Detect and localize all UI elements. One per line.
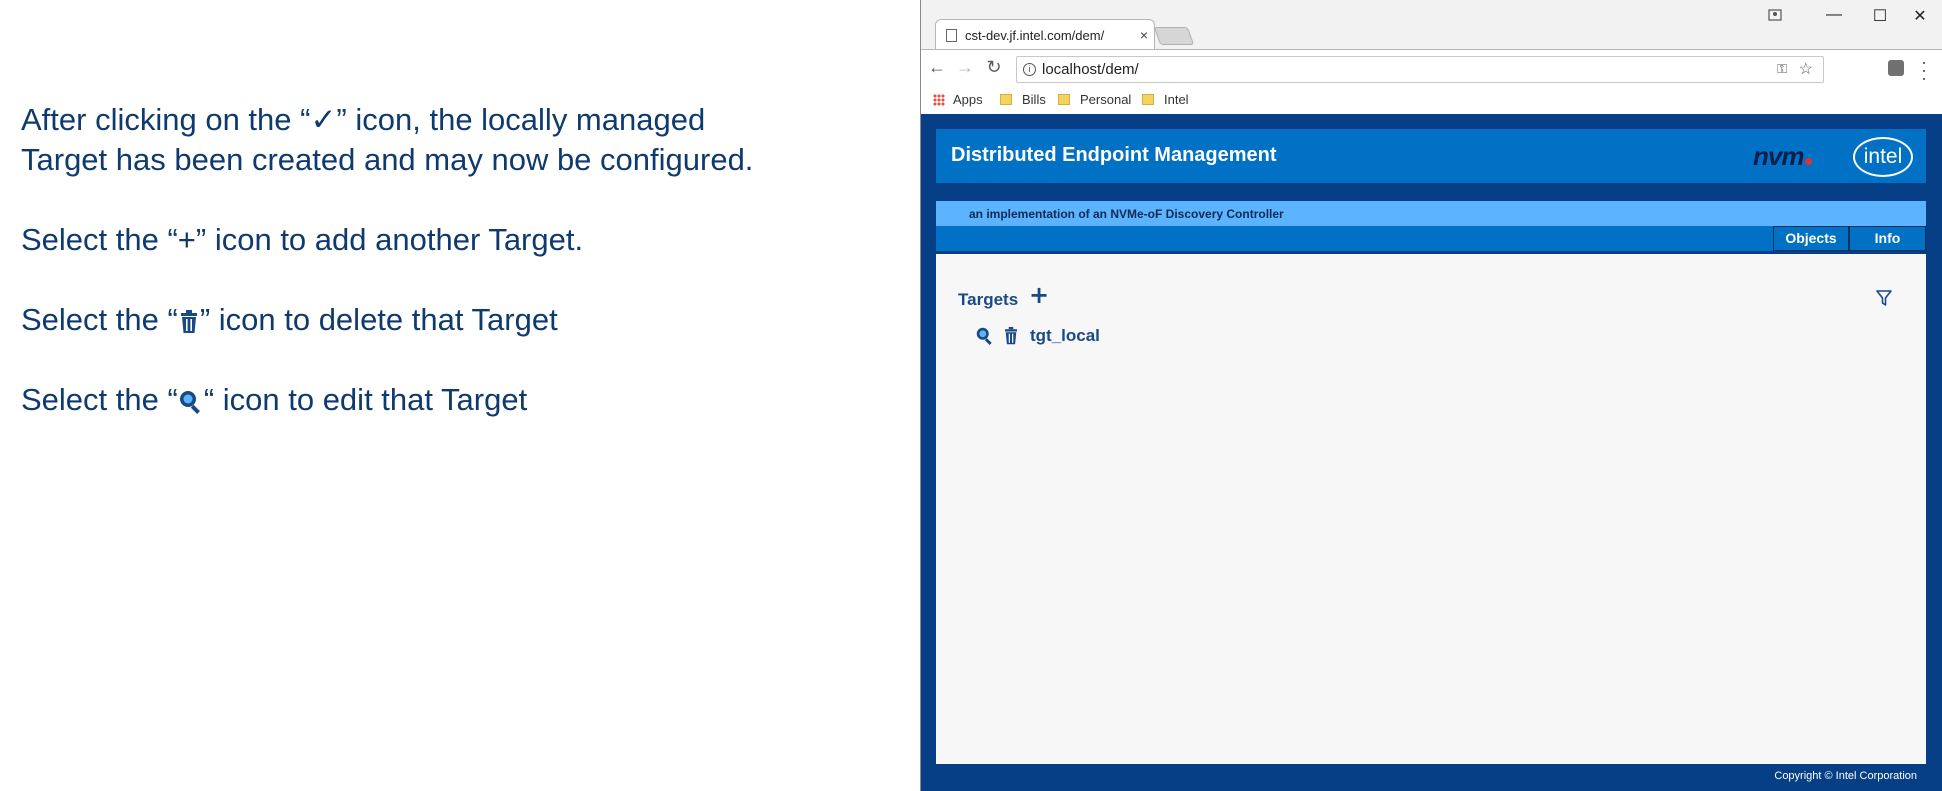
magnifier-icon: [179, 391, 200, 414]
targets-heading: Targets: [958, 290, 1019, 309]
folder-icon: [1142, 94, 1154, 105]
trash-icon: [180, 310, 197, 333]
info-icon[interactable]: i: [1023, 63, 1036, 76]
intel-logo: intel: [1853, 137, 1913, 177]
nvm-logo: nvm: [1753, 141, 1813, 172]
close-window-button[interactable]: ✕: [1897, 6, 1942, 26]
browser-tab[interactable]: cst-dev.jf.intel.com/dem/ ×: [935, 19, 1155, 50]
delete-target-icon[interactable]: [1002, 327, 1020, 345]
forward-button[interactable]: →: [954, 57, 976, 78]
extension-icon[interactable]: [1888, 60, 1904, 76]
add-target-icon[interactable]: +: [1029, 283, 1049, 307]
target-row: tgt_local: [976, 324, 1100, 348]
instruction-add: Select the “+” icon to add another Targe…: [21, 222, 584, 257]
tagline: an implementation of an NVMe-oF Discover…: [969, 207, 1284, 221]
bookmark-label: Bills: [1022, 92, 1046, 107]
reload-button[interactable]: ↻: [983, 57, 1005, 78]
nvm-logo-text: nvm: [1753, 141, 1804, 171]
bookmarks-bar: Apps Bills Personal Intel: [921, 87, 1942, 114]
address-text: localhost/dem/: [1042, 61, 1139, 78]
app-title: Distributed Endpoint Management: [951, 144, 1277, 166]
nav-info-button[interactable]: Info: [1849, 226, 1926, 251]
tab-bar: cst-dev.jf.intel.com/dem/ × — ☐ ✕: [921, 0, 1942, 50]
bookmark-label: Intel: [1164, 92, 1189, 107]
profile-icon[interactable]: [1767, 8, 1783, 22]
edit-target-icon[interactable]: [976, 327, 994, 345]
app-page: Distributed Endpoint Management nvm inte…: [921, 114, 1942, 791]
tagline-bar: an implementation of an NVMe-oF Discover…: [936, 201, 1926, 226]
instruction-edit-suffix: “ icon to edit that Target: [203, 382, 528, 417]
main-content: Targets + tgt_local: [936, 254, 1926, 764]
bookmark-intel[interactable]: Intel: [1142, 92, 1189, 107]
bookmark-apps[interactable]: Apps: [933, 92, 983, 107]
app-nav-bar: Objects Info: [936, 226, 1926, 251]
app-header: Distributed Endpoint Management nvm inte…: [936, 129, 1926, 183]
page-icon: [946, 28, 957, 42]
tab-title: cst-dev.jf.intel.com/dem/: [965, 27, 1105, 43]
instruction-created: After clicking on the “✓” icon, the loca…: [21, 102, 754, 177]
tab-close-button[interactable]: ×: [1134, 27, 1154, 43]
folder-icon: [1058, 94, 1070, 105]
browser-window: cst-dev.jf.intel.com/dem/ × — ☐ ✕ ← → ↻ …: [920, 0, 1942, 791]
bookmark-bills[interactable]: Bills: [1000, 92, 1046, 107]
folder-icon: [1000, 94, 1012, 105]
bookmark-label: Personal: [1080, 92, 1132, 107]
address-bar[interactable]: i localhost/dem/ ⚿ ☆: [1016, 56, 1824, 83]
intel-logo-text: intel: [1863, 145, 1903, 168]
target-name-link[interactable]: tgt_local: [1030, 326, 1100, 346]
instruction-delete: Select the “ ” icon to delete that Target: [21, 300, 761, 340]
menu-dots-icon[interactable]: · · ·: [1919, 53, 1929, 87]
instructions-panel: After clicking on the “✓” icon, the loca…: [21, 100, 761, 460]
instruction-delete-suffix: ” icon to delete that Target: [199, 302, 558, 337]
new-tab-button[interactable]: [1153, 27, 1195, 45]
star-icon[interactable]: ☆: [1799, 59, 1813, 79]
apps-grid-icon: [933, 93, 945, 106]
copyright: Copyright © Intel Corporation: [1774, 770, 1917, 782]
instruction-edit: Select the “ “ icon to edit that Target: [21, 380, 761, 420]
bookmark-personal[interactable]: Personal: [1058, 92, 1131, 107]
key-icon[interactable]: ⚿: [1777, 61, 1787, 77]
instruction-edit-prefix: Select the “: [21, 382, 178, 417]
filter-icon[interactable]: [1876, 290, 1892, 306]
minimize-button[interactable]: —: [1811, 6, 1857, 24]
back-button[interactable]: ←: [926, 57, 948, 78]
browser-toolbar: ← → ↻ i localhost/dem/ ⚿ ☆ · · ·: [921, 49, 1942, 87]
bookmark-label: Apps: [953, 92, 983, 107]
nav-objects-button[interactable]: Objects: [1773, 226, 1849, 251]
instruction-delete-prefix: Select the “: [21, 302, 178, 337]
